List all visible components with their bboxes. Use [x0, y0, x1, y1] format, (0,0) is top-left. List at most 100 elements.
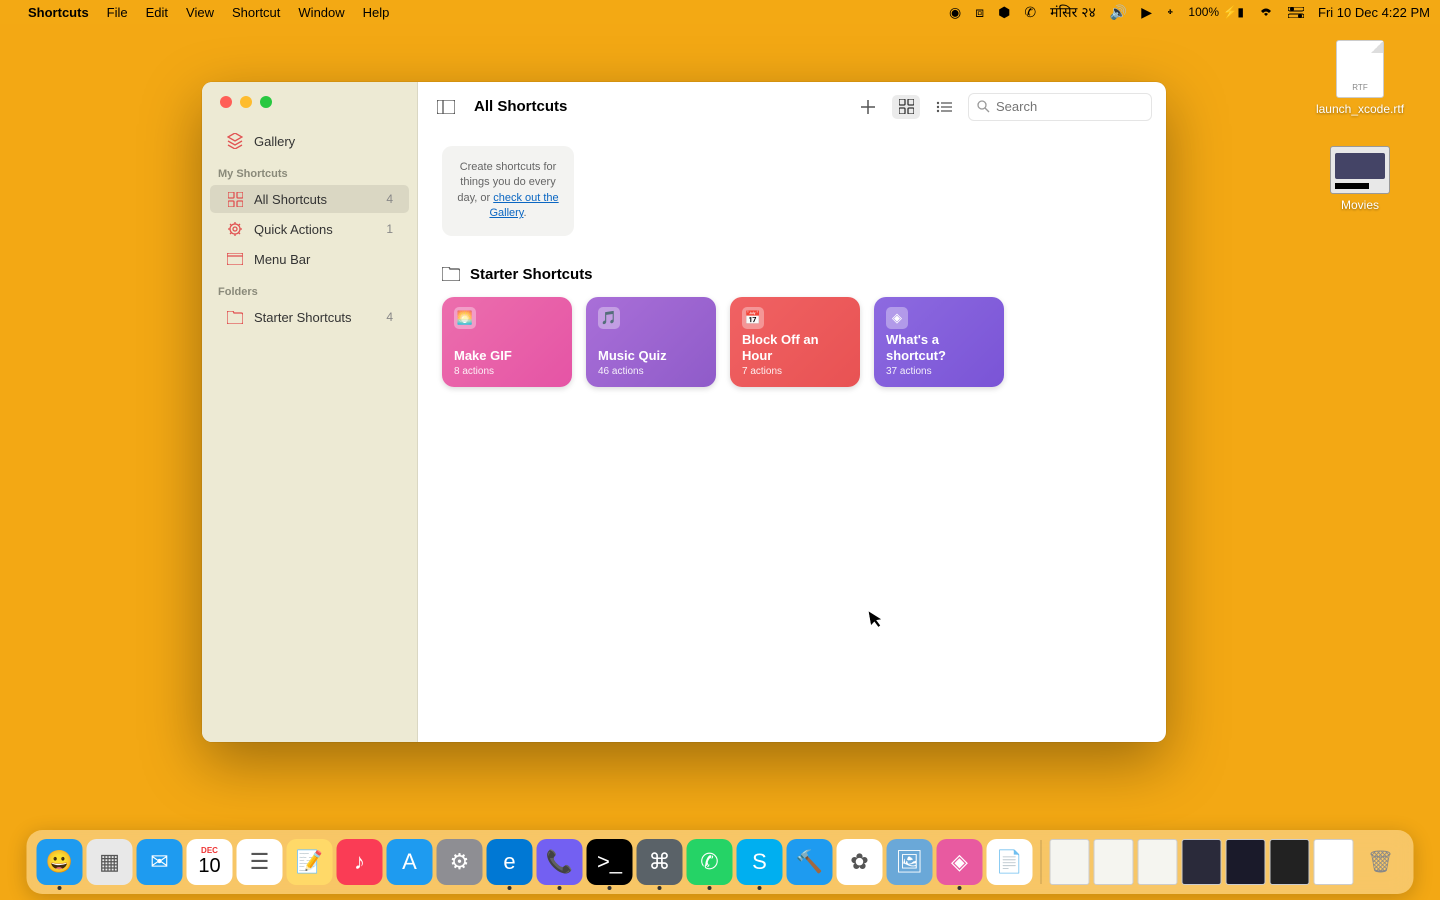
minimize-button[interactable] [240, 96, 252, 108]
dock-app-music[interactable]: ♪ [337, 839, 383, 885]
status-wifi-icon[interactable] [1258, 6, 1274, 18]
desktop-icons: launch_xcode.rtf Movies [1310, 40, 1410, 212]
page-title: All Shortcuts [474, 98, 567, 115]
dock-app-finder[interactable]: 😀 [37, 839, 83, 885]
dock-app-terminal[interactable]: >_ [587, 839, 633, 885]
close-button[interactable] [220, 96, 232, 108]
dock-minimized-window[interactable] [1226, 839, 1266, 885]
dock-app-settings[interactable]: ⚙ [437, 839, 483, 885]
menu-view[interactable]: View [186, 5, 214, 20]
card-subtitle: 46 actions [598, 366, 704, 377]
status-control-center-icon[interactable] [1288, 7, 1304, 18]
menu-edit[interactable]: Edit [146, 5, 168, 20]
sidebar-item-label: Quick Actions [254, 222, 333, 237]
card-icon: 🎵 [598, 307, 620, 329]
shortcut-card[interactable]: 📅 Block Off an Hour 7 actions [730, 297, 860, 387]
dock-app-whatsapp[interactable]: ✆ [687, 839, 733, 885]
sidebar-item-label: Starter Shortcuts [254, 310, 352, 325]
dock-app-textedit[interactable]: 📄 [987, 839, 1033, 885]
menubar-icon [226, 250, 244, 268]
dock-app-edge[interactable]: e [487, 839, 533, 885]
card-subtitle: 7 actions [742, 366, 848, 377]
dock-app-shortcuts[interactable]: ◈ [937, 839, 983, 885]
menu-shortcut[interactable]: Shortcut [232, 5, 280, 20]
sidebar: Gallery My Shortcuts All Shortcuts 4 Qui… [202, 82, 418, 742]
add-shortcut-button[interactable] [854, 95, 882, 119]
dock-minimized-window[interactable] [1050, 839, 1090, 885]
sidebar-item-label: All Shortcuts [254, 192, 327, 207]
folder-icon [442, 267, 460, 281]
sidebar-item-all-shortcuts[interactable]: All Shortcuts 4 [210, 185, 409, 213]
search-input[interactable] [996, 99, 1143, 114]
dock-minimized-window[interactable] [1314, 839, 1354, 885]
status-alt-date[interactable]: मंसिर २४ [1050, 3, 1096, 22]
toggle-sidebar-button[interactable] [432, 95, 460, 119]
menu-help[interactable]: Help [363, 5, 390, 20]
status-bluetooth-icon[interactable]: ᛭ [1166, 4, 1174, 20]
shortcuts-window: Gallery My Shortcuts All Shortcuts 4 Qui… [202, 82, 1166, 742]
dock-app-appstore[interactable]: A [387, 839, 433, 885]
card-subtitle: 37 actions [886, 366, 992, 377]
dock-app-viber[interactable]: 📞 [537, 839, 583, 885]
card-subtitle: 8 actions [454, 366, 560, 377]
dock-app-calendar[interactable]: DEC10 [187, 839, 233, 885]
desktop-folder-movies[interactable]: Movies [1310, 146, 1410, 212]
card-title: Music Quiz [598, 348, 704, 364]
main-content: All Shortcuts Create shortcuts for thing… [418, 82, 1166, 742]
dock-app-launchpad[interactable]: ▦ [87, 839, 133, 885]
status-volume-icon[interactable]: 🔊 [1110, 4, 1127, 21]
sidebar-item-quick-actions[interactable]: Quick Actions 1 [210, 215, 409, 243]
dock-app-xcode[interactable]: 🔨 [787, 839, 833, 885]
dock-minimized-window[interactable] [1138, 839, 1178, 885]
folder-icon [226, 308, 244, 326]
card-icon: 📅 [742, 307, 764, 329]
dock-app-reminders[interactable]: ☰ [237, 839, 283, 885]
dock-app-screenshot[interactable]: ⌘ [637, 839, 683, 885]
sidebar-item-label: Menu Bar [254, 252, 310, 267]
status-clock[interactable]: Fri 10 Dec 4:22 PM [1318, 5, 1430, 20]
rtf-file-icon [1336, 40, 1384, 98]
section-header: Starter Shortcuts [442, 266, 1142, 283]
shortcut-card[interactable]: ◈ What's a shortcut? 37 actions [874, 297, 1004, 387]
hint-link[interactable]: check out the Gallery [489, 192, 558, 219]
dock-app-skype[interactable]: S [737, 839, 783, 885]
sidebar-header-folders: Folders [202, 274, 417, 302]
status-viber-icon[interactable]: ✆ [1024, 4, 1036, 21]
sidebar-item-starter-shortcuts[interactable]: Starter Shortcuts 4 [210, 303, 409, 331]
sidebar-item-label: Gallery [254, 134, 295, 149]
card-icon: 🌅 [454, 307, 476, 329]
dock-app-preview[interactable]: 🖼 [887, 839, 933, 885]
status-shield-icon[interactable]: ⬢ [998, 4, 1010, 21]
menu-file[interactable]: File [107, 5, 128, 20]
dock-minimized-window[interactable] [1182, 839, 1222, 885]
app-menu[interactable]: Shortcuts [28, 5, 89, 20]
gear-icon [226, 220, 244, 238]
status-stop-icon[interactable]: ◉ [949, 4, 961, 21]
zoom-button[interactable] [260, 96, 272, 108]
status-tray-icon[interactable]: ⧈ [975, 4, 984, 21]
grid-icon [226, 190, 244, 208]
dock-app-mail[interactable]: ✉ [137, 839, 183, 885]
sidebar-item-count: 4 [386, 310, 393, 324]
dock-app-photos[interactable]: ✿ [837, 839, 883, 885]
search-field[interactable] [968, 93, 1152, 121]
menu-window[interactable]: Window [298, 5, 344, 20]
window-controls [202, 96, 417, 126]
status-play-icon[interactable]: ▶ [1141, 4, 1152, 21]
status-battery[interactable]: 100% ⚡▮ [1188, 5, 1244, 19]
sidebar-header-my-shortcuts: My Shortcuts [202, 156, 417, 184]
dock-minimized-window[interactable] [1270, 839, 1310, 885]
sidebar-item-count: 1 [386, 222, 393, 236]
grid-view-button[interactable] [892, 95, 920, 119]
dock-minimized-window[interactable] [1094, 839, 1134, 885]
dock-trash[interactable]: 🗑 [1358, 839, 1404, 885]
list-view-button[interactable] [930, 95, 958, 119]
card-title: Block Off an Hour [742, 332, 848, 363]
sidebar-item-menu-bar[interactable]: Menu Bar [210, 245, 409, 273]
menubar: Shortcuts File Edit View Shortcut Window… [0, 0, 1440, 24]
desktop-file-rtf[interactable]: launch_xcode.rtf [1310, 40, 1410, 116]
dock-app-notes[interactable]: 📝 [287, 839, 333, 885]
shortcut-card[interactable]: 🎵 Music Quiz 46 actions [586, 297, 716, 387]
shortcut-card[interactable]: 🌅 Make GIF 8 actions [442, 297, 572, 387]
sidebar-item-gallery[interactable]: Gallery [210, 127, 409, 155]
